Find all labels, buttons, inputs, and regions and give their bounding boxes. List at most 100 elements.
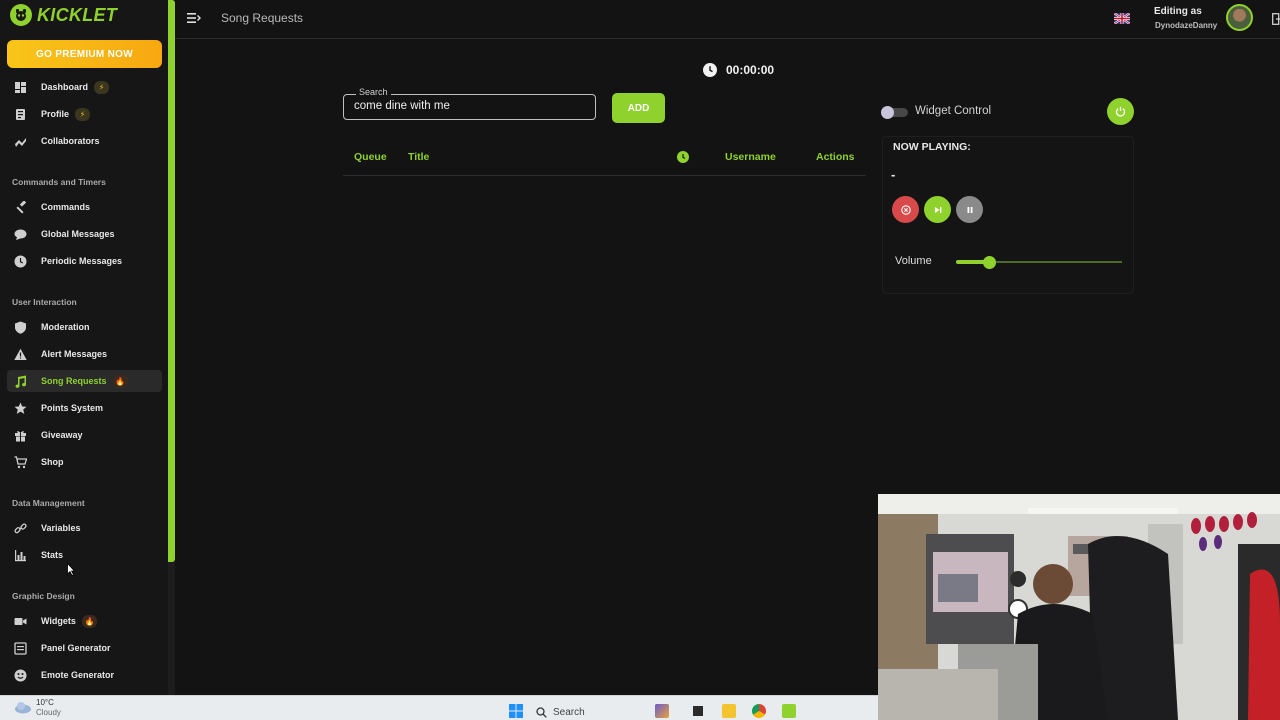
uk-flag-icon[interactable] [1113, 11, 1131, 25]
go-premium-button[interactable]: GO PREMIUM NOW [7, 40, 162, 68]
topbar: Song Requests Editing as DynodazeDanny [175, 0, 1280, 39]
timer-value: 00:00:00 [726, 63, 775, 77]
windows-start-icon[interactable] [509, 704, 523, 718]
menu-toggle-icon[interactable] [187, 11, 201, 23]
star-icon [12, 400, 28, 416]
power-button[interactable] [1107, 98, 1134, 125]
avatar[interactable] [1226, 4, 1253, 31]
shield-icon [12, 319, 28, 335]
cloud-icon [15, 702, 31, 714]
widget-control-toggle[interactable] [881, 106, 908, 119]
pause-button[interactable] [956, 196, 983, 223]
logout-icon[interactable] [1272, 12, 1280, 25]
sidebar-section-title: Graphic Design [12, 591, 75, 601]
sidebar-section-title: User Interaction [12, 297, 77, 307]
collaborators-icon [12, 133, 28, 149]
sidebar-item-global-messages[interactable]: Global Messages [7, 223, 162, 245]
link-icon [12, 520, 28, 536]
sidebar-item-song-requests[interactable]: Song Requests 🔥 [7, 370, 162, 392]
sidebar-item-shop[interactable]: Shop [7, 451, 162, 473]
weather-description: Cloudy [36, 708, 61, 717]
sidebar-item-label: Collaborators [41, 136, 100, 146]
gift-icon [12, 427, 28, 443]
search-icon [536, 706, 547, 718]
column-actions[interactable]: Actions [816, 151, 855, 163]
hot-fire-icon: 🔥 [112, 374, 128, 388]
profile-icon [12, 106, 28, 122]
premium-bolt-icon: ⚡ [75, 107, 91, 121]
sidebar-item-panel-generator[interactable]: Panel Generator [7, 637, 162, 659]
mouse-cursor-icon [67, 563, 75, 576]
close-icon [900, 204, 911, 215]
emoji-icon [12, 667, 28, 683]
sidebar-item-label: Profile [41, 109, 70, 119]
sidebar-item-label: Commands [41, 202, 91, 212]
kicklet-logo[interactable]: KICKLET [10, 4, 117, 26]
sidebar-item-label: Points System [41, 403, 104, 413]
sidebar-item-commands[interactable]: Commands [7, 196, 162, 218]
volume-label: Volume [895, 255, 932, 267]
sidebar: KICKLET GO PREMIUM NOW Dashboard ⚡ Profile… [0, 0, 168, 695]
song-search-field[interactable] [343, 94, 596, 120]
chat-icon [12, 226, 28, 242]
duration-column-icon[interactable] [677, 151, 689, 163]
page-title: Song Requests [221, 11, 304, 25]
sidebar-item-label: Alert Messages [41, 349, 108, 359]
sidebar-item-label: Shop [41, 457, 64, 467]
brand-name: KICKLET [37, 4, 118, 25]
sidebar-item-alert-messages[interactable]: Alert Messages [7, 343, 162, 365]
now-playing-track: - [891, 167, 896, 182]
sidebar-item-emote-generator[interactable]: Emote Generator [7, 664, 162, 686]
file-explorer-icon[interactable] [722, 704, 736, 718]
skip-button[interactable] [924, 196, 951, 223]
column-queue[interactable]: Queue [354, 151, 387, 163]
sidebar-item-collaborators[interactable]: Collaborators [7, 130, 162, 152]
sidebar-scrollbar[interactable] [168, 0, 175, 562]
dashboard-icon [12, 79, 28, 95]
cart-icon [12, 454, 28, 470]
premium-bolt-icon: ⚡ [94, 80, 110, 94]
song-search-input[interactable] [354, 100, 584, 112]
kicklet-app-icon[interactable] [782, 704, 796, 718]
task-view-icon[interactable] [691, 704, 705, 718]
sidebar-item-label: Dashboard [41, 82, 89, 92]
sidebar-item-giveaway[interactable]: Giveaway [7, 424, 162, 446]
sidebar-item-variables[interactable]: Variables [7, 517, 162, 539]
add-button[interactable]: ADD [612, 93, 665, 123]
sidebar-item-stats[interactable]: Stats [7, 544, 162, 566]
sidebar-item-dashboard[interactable]: Dashboard ⚡ [7, 76, 162, 98]
panel-icon [12, 640, 28, 656]
sidebar-item-label: Panel Generator [41, 643, 111, 653]
column-title[interactable]: Title [408, 151, 429, 163]
now-playing-card: NOW PLAYING: - Volume [882, 136, 1134, 294]
hot-fire-icon: 🔥 [81, 614, 97, 628]
volume-slider[interactable] [956, 256, 1122, 269]
clapper-app-icon[interactable] [655, 704, 669, 718]
sidebar-item-label: Global Messages [41, 229, 115, 239]
volume-slider-thumb[interactable] [982, 256, 996, 269]
sidebar-section-title: Commands and Timers [12, 177, 106, 187]
stop-button[interactable] [892, 196, 919, 223]
sidebar-item-label: Song Requests [41, 376, 107, 386]
sidebar-item-label: Moderation [41, 322, 90, 332]
sidebar-item-points-system[interactable]: Points System [7, 397, 162, 419]
sidebar-item-moderation[interactable]: Moderation [7, 316, 162, 338]
weather-temperature: 10°C [36, 698, 54, 707]
hammer-icon [12, 199, 28, 215]
sidebar-section-title: Data Management [12, 498, 85, 508]
chrome-icon[interactable] [752, 704, 766, 718]
taskbar-search[interactable]: Search [536, 703, 636, 720]
taskbar-search-label: Search [553, 706, 585, 718]
sidebar-item-profile[interactable]: Profile ⚡ [7, 103, 162, 125]
now-playing-label: NOW PLAYING: [893, 141, 971, 153]
webcam-feed-image [878, 494, 1280, 720]
sidebar-item-label: Widgets [41, 616, 76, 626]
column-username[interactable]: Username [725, 151, 776, 163]
sidebar-item-periodic-messages[interactable]: Periodic Messages [7, 250, 162, 272]
sidebar-item-widgets[interactable]: Widgets 🔥 [7, 610, 162, 632]
sidebar-item-label: Stats [41, 550, 64, 560]
sidebar-item-label: Variables [41, 523, 81, 533]
music-icon [12, 373, 28, 389]
editing-username: DynodazeDanny [1155, 21, 1218, 30]
app-window: KICKLET GO PREMIUM NOW Dashboard ⚡ Profile… [0, 0, 1280, 720]
